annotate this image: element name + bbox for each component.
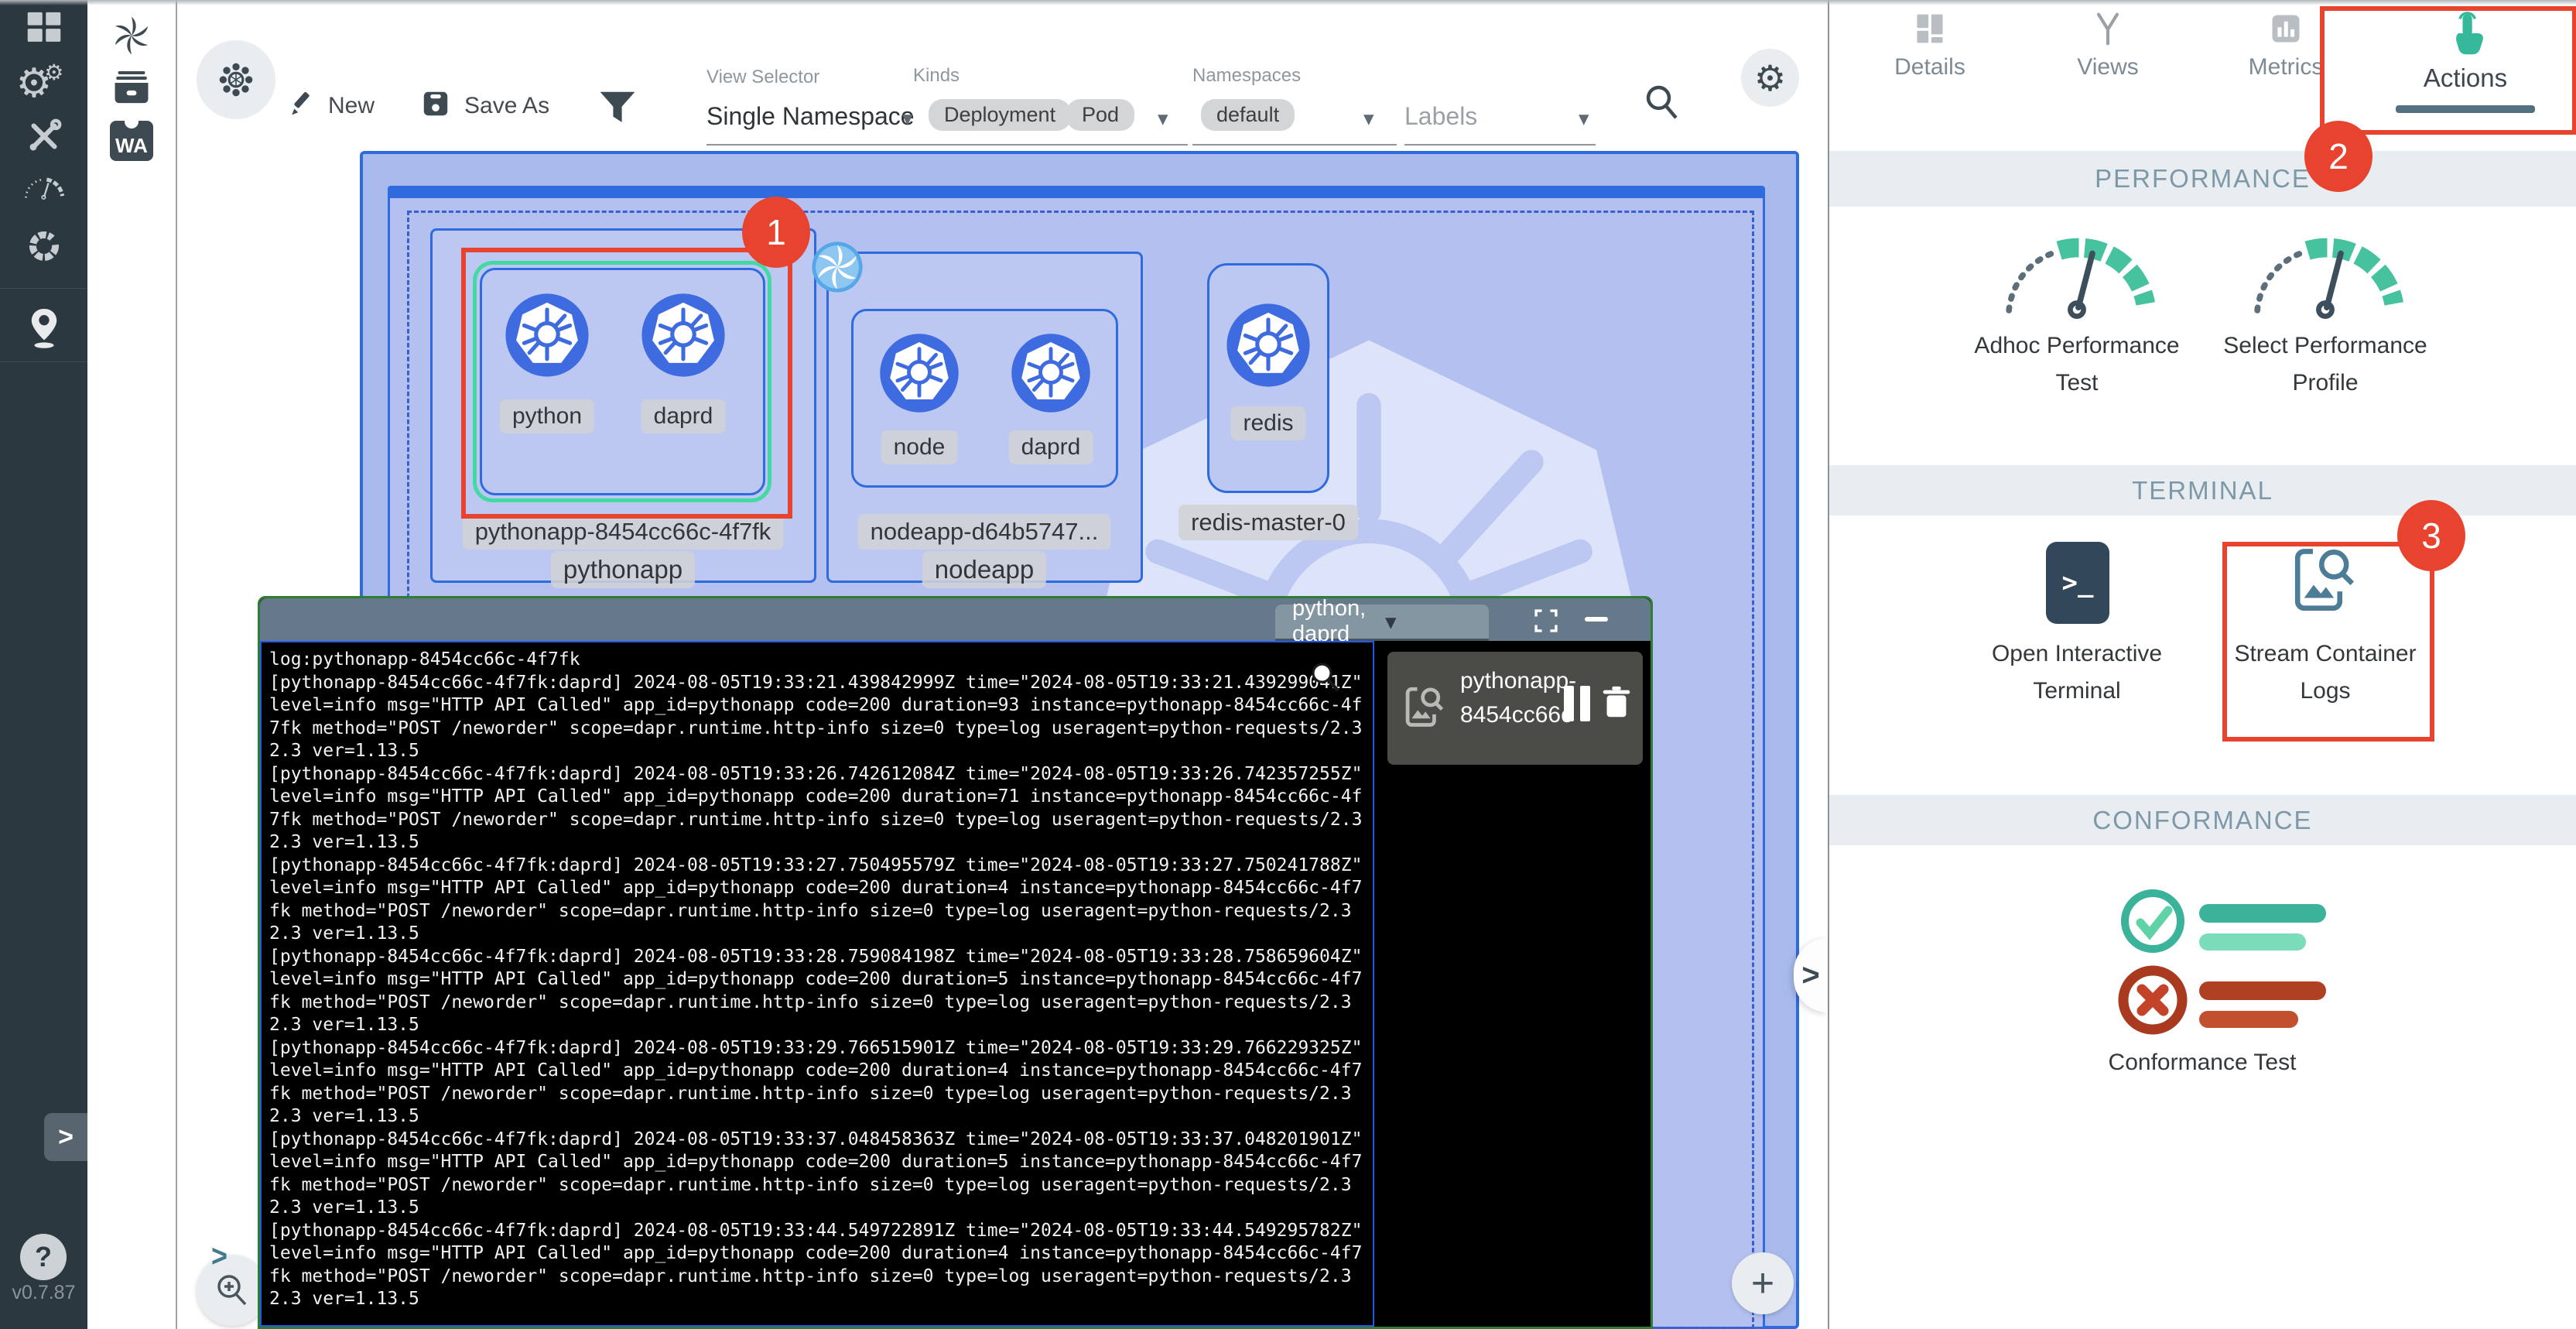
tab-views[interactable]: Views — [2023, 11, 2193, 80]
container-label: daprd — [1009, 430, 1093, 464]
configuration-tools-icon[interactable] — [22, 115, 66, 158]
trash-icon[interactable] — [1598, 683, 1635, 723]
namespaces-label: Namespaces — [1192, 65, 1301, 87]
save-as-button[interactable]: Save As — [464, 93, 549, 119]
container-label: redis — [1230, 406, 1305, 440]
annotation-box-1 — [461, 248, 792, 519]
section-terminal: TERMINAL — [1829, 465, 2576, 516]
filter-funnel-icon[interactable] — [596, 87, 639, 130]
section-conformance: CONFORMANCE — [1829, 795, 2576, 845]
terminal-prompt-icon[interactable]: >_ — [2046, 542, 2109, 624]
select-performance-profile[interactable]: Select Performance — [2223, 333, 2427, 359]
new-pencil-icon[interactable] — [286, 88, 317, 119]
namespace-chip-default[interactable]: default — [1201, 99, 1295, 131]
fullscreen-icon[interactable] — [1533, 608, 1559, 634]
pod-name-label: nodeapp-d64b5747... — [858, 514, 1111, 550]
container-daprd-icon[interactable] — [1009, 331, 1093, 415]
kind-chip-pod[interactable]: Pod — [1066, 99, 1134, 131]
container-redis-icon[interactable] — [1224, 301, 1312, 389]
search-icon[interactable] — [1640, 80, 1684, 124]
terminal-container-select-value: python, daprd — [1292, 596, 1385, 647]
annotation-badge-1: 1 — [742, 197, 810, 268]
left-rail: ⚙⚙ > ? v0.7.87 — [0, 0, 87, 1329]
lifecycle-gears-icon[interactable]: ⚙⚙ — [16, 60, 72, 107]
session-entry[interactable]: pythonapp- 8454cc66c — [1387, 652, 1643, 765]
labels-caret-icon[interactable]: ▾ — [1579, 107, 1589, 131]
tab-details[interactable]: Details — [1845, 11, 2015, 80]
right-panel: Details Views Metrics Actions 2 PERFORMA… — [1828, 0, 2576, 1329]
group-name-label: pythonapp — [551, 551, 695, 588]
gear-icon: ⚙ — [1754, 57, 1786, 99]
annotation-box-2 — [2320, 6, 2576, 135]
namespaces-caret-icon[interactable]: ▾ — [1363, 107, 1374, 131]
details-grid-icon — [1912, 11, 1948, 46]
terminal-select-caret-icon: ▾ — [1385, 608, 1478, 635]
labels-select[interactable]: Labels — [1404, 102, 1477, 131]
spiral-logo-icon[interactable] — [109, 13, 154, 58]
profile-gauge-icon[interactable] — [2244, 232, 2407, 324]
tray-icon[interactable] — [109, 66, 154, 111]
open-interactive-terminal[interactable]: Open Interactive — [1992, 641, 2162, 667]
column-expand-icon[interactable]: > — [211, 1238, 227, 1274]
conformance-test[interactable]: Conformance Test — [2109, 1050, 2297, 1076]
terminal-session-panel: pythonapp- 8454cc66c — [1377, 641, 1651, 1327]
annotation-badge-3: 3 — [2397, 500, 2465, 571]
pause-icon[interactable] — [1564, 686, 1574, 721]
metrics-icon — [2268, 11, 2304, 46]
rail-expand-button[interactable]: > — [44, 1113, 87, 1161]
views-icon — [2090, 11, 2126, 46]
dapr-spiral-icon[interactable] — [811, 241, 864, 293]
minimize-icon[interactable] — [1585, 617, 1608, 622]
pod-name-label: pythonapp-8454cc66c-4f7fk — [463, 514, 784, 550]
save-as-icon[interactable] — [420, 88, 451, 119]
section-performance: PERFORMANCE — [1829, 151, 2576, 207]
view-selector-select[interactable]: Single Namespace — [706, 102, 915, 131]
container-label: node — [881, 430, 958, 464]
add-button[interactable]: + — [1732, 1252, 1794, 1314]
adhoc-gauge-icon[interactable] — [1996, 232, 2158, 324]
log-search-icon[interactable] — [1308, 659, 1342, 694]
plus-icon: + — [1751, 1260, 1774, 1307]
deployment-box-titlebar — [390, 188, 1763, 198]
plugin-column: WA > — [87, 0, 177, 1329]
terminal-window: python, daprd ▾ log:pythonapp-8454cc66c-… — [258, 596, 1653, 1329]
annotation-badge-2: 2 — [2304, 121, 2372, 192]
terminal-log-header: log:pythonapp-8454cc66c-4f7fk — [269, 649, 1365, 672]
terminal-titlebar[interactable]: python, daprd ▾ — [260, 598, 1651, 641]
terminal-log[interactable]: log:pythonapp-8454cc66c-4f7fk [pythonapp… — [260, 641, 1374, 1327]
group-name-label: nodeapp — [922, 551, 1046, 588]
zoom-in-icon — [213, 1271, 251, 1310]
annotation-box-3 — [2222, 542, 2434, 742]
dashboard-icon[interactable] — [22, 6, 66, 50]
terminal-container-select[interactable]: python, daprd ▾ — [1275, 605, 1489, 641]
help-icon[interactable]: ? — [20, 1234, 67, 1280]
performance-gauge-icon[interactable] — [22, 166, 66, 209]
adhoc-performance-test[interactable]: Adhoc Performance — [1974, 333, 2179, 359]
conformance-icon[interactable] — [2092, 875, 2355, 1037]
kinds-label: Kinds — [913, 65, 960, 87]
wasm-icon[interactable]: WA — [110, 121, 153, 161]
new-button[interactable]: New — [328, 93, 375, 119]
version-label: v0.7.87 — [0, 1282, 87, 1304]
mesh-donut-icon[interactable] — [22, 224, 66, 268]
kinds-caret-icon[interactable]: ▾ — [1158, 107, 1168, 131]
session-name: pythonapp- 8454cc66c — [1460, 664, 1576, 732]
terminal-log-lines: [pythonapp-8454cc66c-4f7fk:daprd] 2024-0… — [269, 672, 1365, 1311]
view-selector-label: View Selector — [706, 67, 819, 88]
kanvas-pin-icon[interactable] — [22, 307, 66, 350]
kubernetes-menu-button[interactable] — [197, 40, 275, 119]
kubernetes-wheel-icon — [216, 60, 256, 100]
kind-chip-deployment[interactable]: Deployment — [929, 99, 1071, 131]
stream-logs-icon — [1400, 683, 1449, 732]
settings-button[interactable]: ⚙ — [1741, 49, 1799, 107]
view-selector-caret-icon[interactable]: ▾ — [902, 107, 913, 131]
container-node-icon[interactable] — [877, 331, 961, 415]
pod-name-label: redis-master-0 — [1179, 505, 1358, 540]
